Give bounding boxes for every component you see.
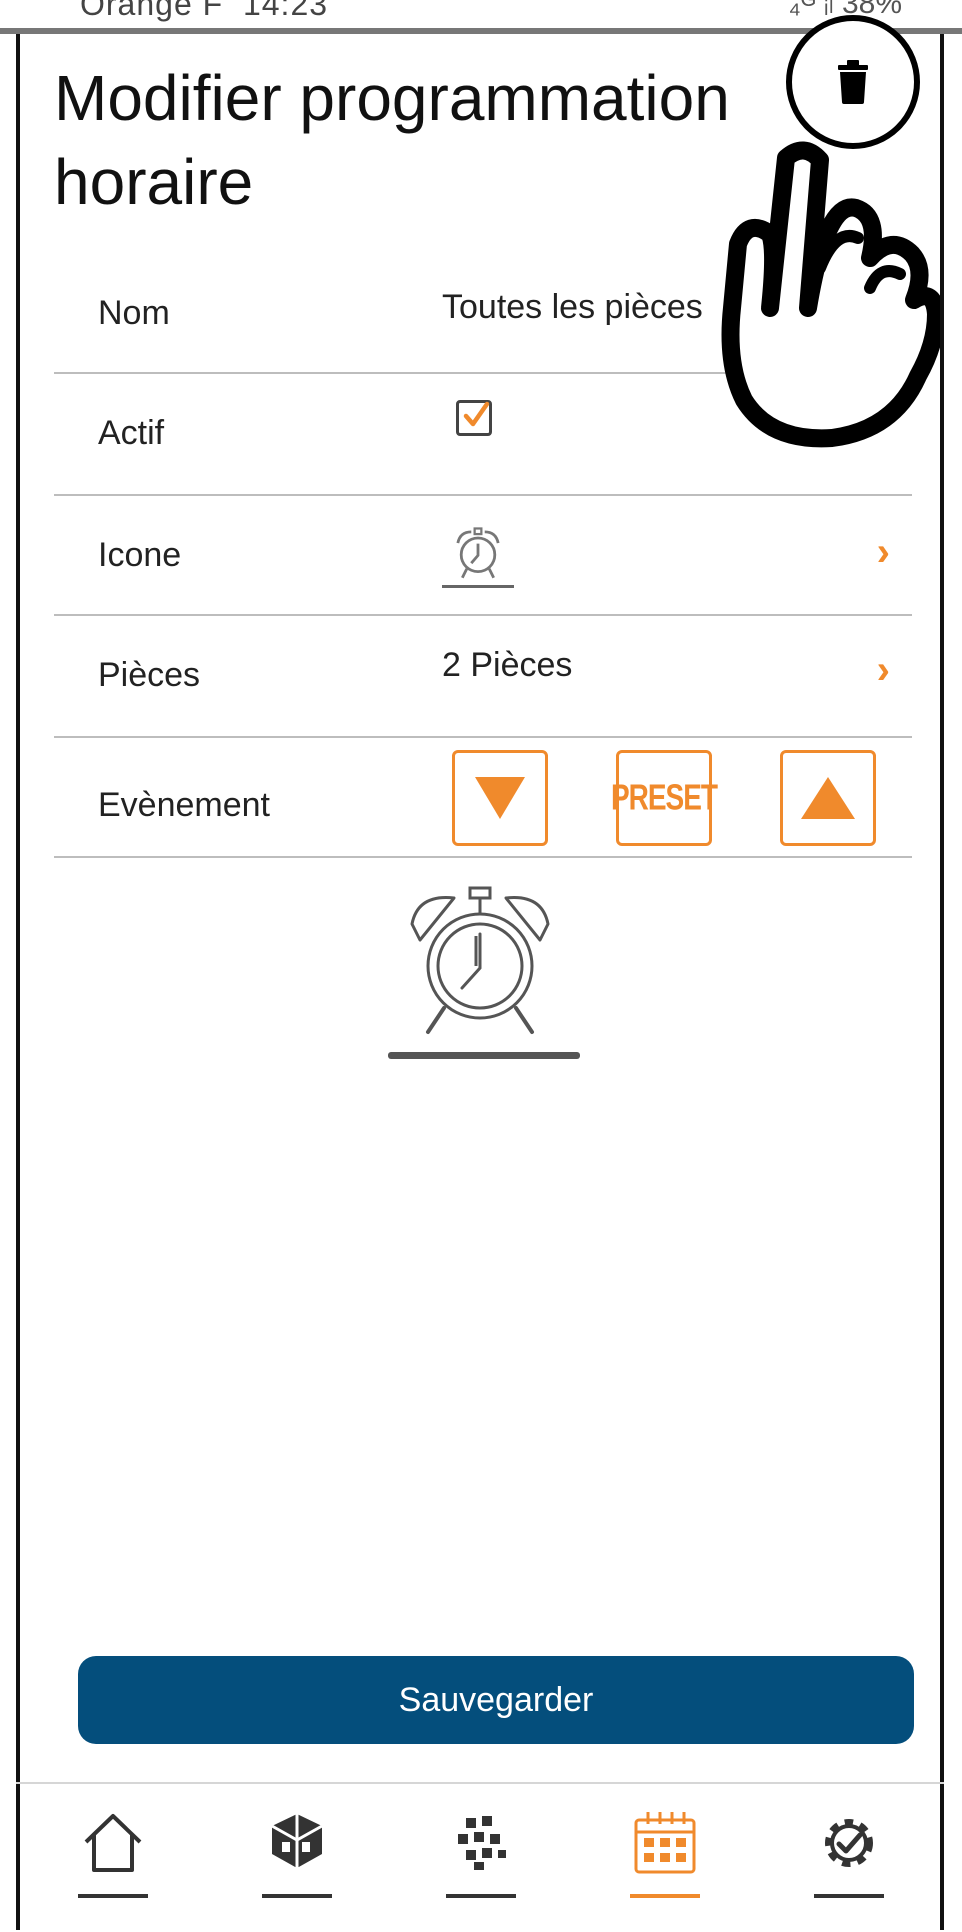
preset-icon: PRESET (610, 777, 718, 818)
actif-label: Actif (98, 414, 165, 452)
row-pieces[interactable]: Pièces 2 Pièces › (54, 614, 912, 738)
status-carrier-time: Orange F 14:23 (80, 0, 329, 22)
nom-field[interactable]: Toutes les pièces (442, 288, 752, 327)
nav-calendar[interactable] (630, 1808, 700, 1898)
up-triangle-icon (801, 777, 855, 819)
devices-icon (458, 1816, 506, 1870)
row-icone[interactable]: Icone › (54, 494, 912, 616)
nav-rooms[interactable] (262, 1808, 332, 1898)
down-triangle-icon (475, 777, 525, 819)
nav-home[interactable] (78, 1808, 148, 1898)
calendar-icon (634, 1812, 696, 1874)
trash-icon (838, 60, 868, 104)
event-preset-button[interactable]: PRESET (611, 750, 718, 846)
evenement-label: Evènement (98, 786, 270, 824)
checkmark-icon (463, 401, 490, 427)
actif-checkbox[interactable] (456, 400, 492, 436)
chevron-right-icon[interactable]: › (877, 648, 890, 693)
icone-selector[interactable] (442, 524, 514, 588)
bottom-nav (16, 1782, 944, 1932)
home-icon (84, 1814, 142, 1872)
settings-icon (825, 1819, 873, 1867)
icone-underline (442, 585, 514, 588)
save-button[interactable]: Sauvegarder (78, 1656, 914, 1744)
nav-settings[interactable] (814, 1808, 884, 1898)
alarm-clock-icon (456, 527, 500, 579)
pointing-hand-icon (721, 141, 940, 448)
nom-label: Nom (98, 294, 170, 332)
chevron-right-icon[interactable]: › (877, 530, 890, 575)
page-title: Modifier programmation horaire (54, 62, 730, 218)
delete-button[interactable] (786, 15, 920, 149)
row-evenement: Evènement PRESET (54, 736, 912, 858)
event-down-button[interactable] (452, 750, 548, 846)
selected-alarm-clock-icon (388, 886, 580, 1059)
rooms-icon (271, 1814, 323, 1868)
nav-devices[interactable] (446, 1808, 516, 1898)
event-up-button[interactable] (780, 750, 876, 846)
pieces-value: 2 Pièces (442, 646, 573, 684)
icone-label: Icone (98, 536, 182, 574)
pieces-label: Pièces (98, 656, 201, 694)
